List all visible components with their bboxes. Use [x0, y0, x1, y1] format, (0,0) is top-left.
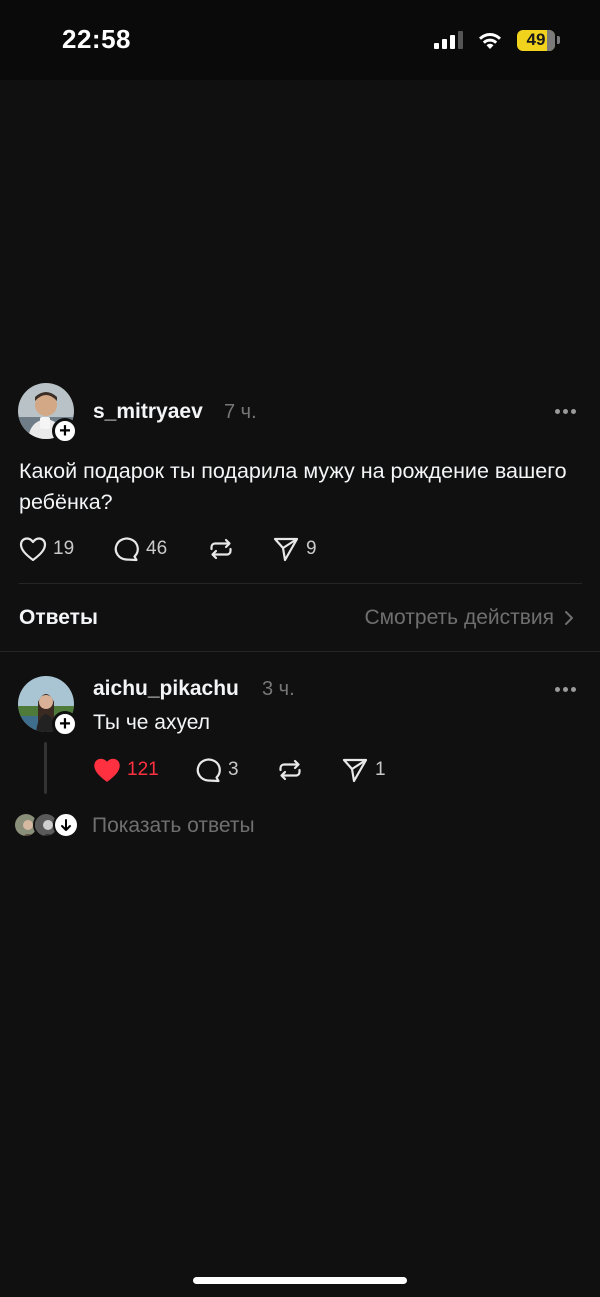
view-actions-label: Смотреть действия: [364, 606, 554, 629]
post-time: 7 ч.: [224, 401, 257, 423]
repost-icon: [210, 538, 232, 560]
wifi-icon: [479, 33, 501, 49]
heart-icon: [19, 537, 47, 562]
divider: [0, 651, 600, 652]
status-icons: 49: [434, 27, 560, 53]
reply-like-count: 121: [127, 759, 159, 780]
thread-line: [44, 742, 47, 794]
post-comment-button[interactable]: 46: [112, 536, 167, 562]
battery-icon: 49: [517, 29, 560, 51]
reply-comment-button[interactable]: 3: [194, 757, 239, 783]
cellular-signal-icon: [434, 31, 463, 49]
reply-repost-button[interactable]: [276, 757, 304, 783]
arrow-down-icon: [53, 812, 79, 838]
post-comment-count: 46: [146, 538, 168, 559]
home-indicator[interactable]: [193, 1277, 407, 1284]
follow-plus-icon[interactable]: +: [52, 711, 78, 737]
post-more-icon[interactable]: [555, 408, 579, 414]
comment-icon: [114, 537, 139, 562]
follow-plus-icon[interactable]: +: [52, 418, 78, 444]
divider: [19, 583, 582, 584]
reply-more-icon[interactable]: [555, 686, 579, 692]
post-share-count: 9: [306, 538, 317, 559]
status-time: 22:58: [62, 24, 131, 54]
reply-time: 3 ч.: [262, 678, 295, 700]
reply-share-button[interactable]: 1: [341, 757, 386, 783]
reply-avatars[interactable]: [13, 812, 83, 838]
chevron-right-icon: [565, 611, 573, 625]
post-username[interactable]: s_mitryaev: [93, 400, 203, 424]
post-share-button[interactable]: 9: [272, 536, 317, 562]
comment-icon: [196, 758, 221, 783]
show-replies-link[interactable]: Показать ответы: [92, 814, 255, 838]
reply-share-count: 1: [375, 759, 386, 780]
reply-like-button[interactable]: 121: [93, 757, 159, 783]
send-icon: [342, 758, 368, 783]
reply-username[interactable]: aichu_pikachu: [93, 677, 239, 701]
reply-comment-count: 3: [228, 759, 239, 780]
post-like-count: 19: [53, 538, 75, 559]
post-like-button[interactable]: 19: [19, 536, 74, 562]
post-repost-button[interactable]: [207, 536, 235, 562]
post-text: Какой подарок ты подарила мужу на рожден…: [19, 459, 567, 514]
heart-filled-icon: [94, 758, 120, 782]
view-actions-link[interactable]: Смотреть действия: [364, 606, 574, 630]
send-icon: [273, 537, 299, 562]
repost-icon: [279, 759, 301, 781]
replies-title: Ответы: [19, 606, 98, 629]
status-bar: 22:58 49: [0, 0, 600, 80]
battery-level: 49: [526, 30, 546, 49]
reply-text: Ты че ахуел: [93, 711, 210, 734]
